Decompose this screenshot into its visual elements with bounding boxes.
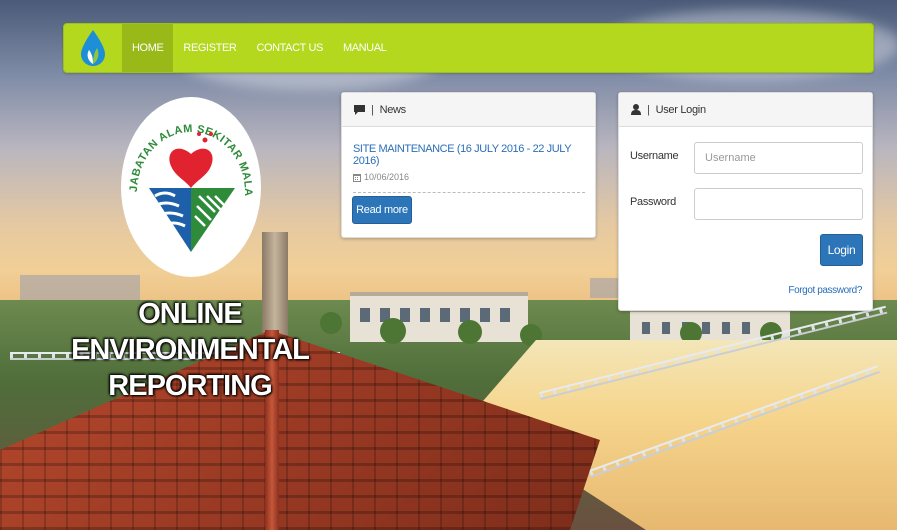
tree [458,320,482,344]
username-label: Username [630,150,679,162]
login-panel-heading: | User Login [619,93,872,127]
login-panel: | User Login Username Password Login For… [618,92,873,311]
read-more-button[interactable]: Read more [352,196,412,224]
nav-manual[interactable]: MANUAL [333,24,396,72]
password-input[interactable] [694,188,863,220]
news-item-link[interactable]: SITE MAINTENANCE (16 JULY 2016 - 22 JULY… [353,143,595,167]
username-input[interactable] [694,142,863,174]
comment-icon [354,104,365,115]
nav-home[interactable]: HOME [122,24,174,72]
login-heading: User Login [655,103,707,116]
jas-emblem-icon: JABATAN ALAM SEKITAR MALAYSIA [115,83,261,277]
news-item-date: 10/06/2016 [353,172,595,182]
tree [380,318,406,344]
nav-register[interactable]: REGISTER [173,24,246,72]
forgot-password-link[interactable]: Forgot password? [788,285,862,296]
news-panel-heading: | News [342,93,595,127]
nav-contact-us[interactable]: CONTACT US [246,24,333,72]
user-icon [631,104,641,115]
login-button[interactable]: Login [820,234,863,266]
water-drop-leaf-icon [81,30,105,66]
title-line-3: REPORTING [108,370,272,402]
news-heading: News [379,103,407,116]
title-line-1: ONLINE [138,298,243,330]
password-label: Password [630,196,676,208]
news-divider [353,192,585,193]
heading-separator: | [647,103,650,116]
jas-logo: JABATAN ALAM SEKITAR MALAYSIA [115,83,263,282]
heading-separator: | [371,103,374,116]
site-title: ONLINE ENVIRONMENTAL REPORTING [60,296,320,404]
news-panel: | News SITE MAINTENANCE (16 JULY 2016 - … [341,92,596,238]
building [350,292,528,342]
title-line-2: ENVIRONMENTAL [71,334,310,366]
news-date-text: 10/06/2016 [364,172,410,182]
top-navbar: HOME REGISTER CONTACT US MANUAL [63,23,874,73]
calendar-icon [353,173,361,182]
brand-logo[interactable] [64,23,122,73]
tree [320,312,342,334]
